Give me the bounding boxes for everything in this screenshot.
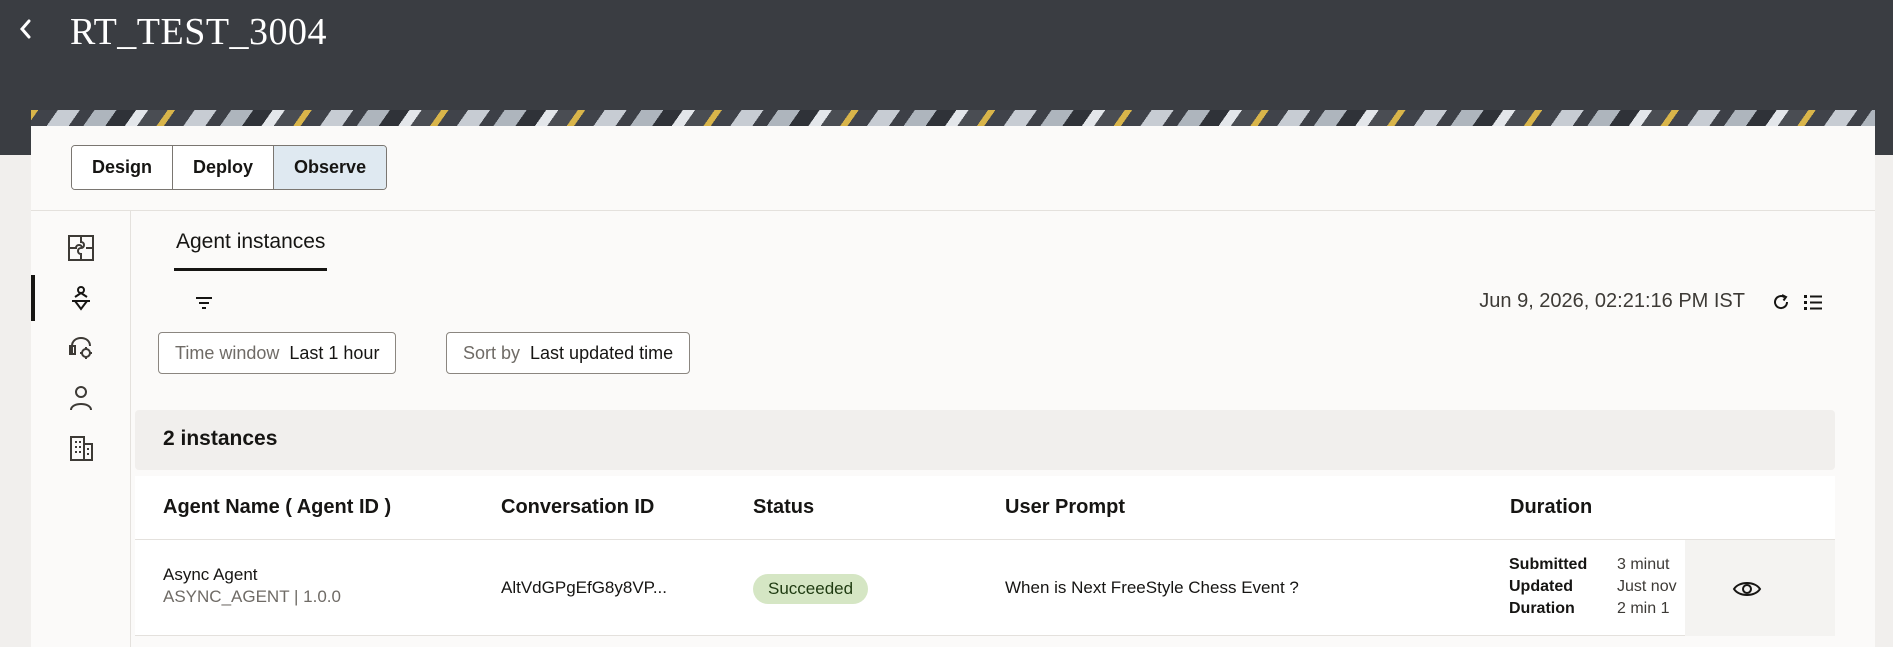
column-header-user-prompt[interactable]: User Prompt: [1005, 496, 1125, 519]
nav-item-flows[interactable]: [31, 223, 131, 273]
back-button[interactable]: [12, 14, 40, 44]
eye-icon: [1732, 582, 1762, 596]
refresh-button[interactable]: [1767, 288, 1795, 316]
sort-by-filter[interactable]: Sort by Last updated time: [446, 332, 691, 374]
agent-tools-icon: [69, 336, 92, 359]
time-window-label: Time window: [175, 342, 280, 363]
filter-icon: [196, 297, 212, 309]
submitted-label: Submitted: [1509, 556, 1588, 573]
table-header: Agent Name ( Agent ID ) Conversation ID …: [135, 476, 1835, 540]
list-settings-icon: [1804, 295, 1822, 310]
row-actions: [1685, 540, 1835, 636]
person-icon: [70, 386, 92, 411]
refresh-icon: [1774, 294, 1789, 310]
nav-item-organization[interactable]: [31, 423, 131, 473]
table-row[interactable]: Async Agent ASYNC_AGENT | 1.0.0 AltVdGPg…: [135, 540, 1835, 636]
mode-deploy-button[interactable]: Deploy: [173, 146, 275, 189]
column-settings-button[interactable]: [1799, 288, 1827, 316]
puzzle-flow-icon: [68, 235, 94, 261]
user-prompt: When is Next FreeStyle Chess Event ?: [1005, 578, 1299, 597]
chevron-left-icon: [20, 19, 31, 39]
agent-id: ASYNC_AGENT | 1.0.0: [163, 587, 341, 606]
instances-count: 2 instances: [163, 427, 278, 450]
main-card: Design Deploy Observe Agent instances Ju…: [31, 126, 1875, 647]
column-header-status[interactable]: Status: [753, 496, 814, 519]
time-window-value: Last 1 hour: [289, 342, 380, 363]
tab-agent-instances[interactable]: Agent instances: [174, 226, 328, 271]
nav-item-users[interactable]: [31, 373, 131, 423]
filter-button[interactable]: [189, 288, 219, 318]
side-nav: [31, 211, 131, 647]
nav-item-observe[interactable]: [31, 273, 131, 323]
tab-bar: Agent instances: [174, 226, 328, 271]
column-header-agent-name[interactable]: Agent Name ( Agent ID ): [163, 496, 391, 519]
sort-by-value: Last updated time: [530, 342, 674, 363]
status-badge: Succeeded: [753, 574, 869, 604]
page-title: RT_TEST_3004: [70, 11, 328, 53]
last-refresh-timestamp: Jun 9, 2026, 02:21:16 PM IST: [1479, 290, 1745, 312]
mode-design-button[interactable]: Design: [72, 146, 174, 189]
divider: [31, 210, 1875, 211]
duration-value: 2 min 1: [1617, 600, 1670, 617]
nav-item-tools[interactable]: [31, 323, 131, 373]
time-window-filter[interactable]: Time window Last 1 hour: [158, 332, 397, 374]
duration-label: Duration: [1509, 600, 1575, 617]
sort-by-label: Sort by: [463, 342, 521, 363]
updated-value: Just nov: [1617, 578, 1677, 595]
decorative-banner: [31, 110, 1875, 126]
conversation-id[interactable]: AltVdGPgEfG8y8VP...: [501, 578, 667, 598]
agent-observe-icon: [72, 286, 90, 311]
agent-name: Async Agent: [163, 565, 258, 584]
submitted-value: 3 minut: [1617, 556, 1670, 573]
instances-table: Agent Name ( Agent ID ) Conversation ID …: [135, 476, 1835, 636]
column-header-duration[interactable]: Duration: [1510, 496, 1592, 519]
column-header-conversation-id[interactable]: Conversation ID: [501, 496, 654, 519]
instances-count-band: 2 instances: [135, 410, 1835, 470]
updated-label: Updated: [1509, 578, 1573, 595]
building-icon: [70, 436, 93, 461]
view-instance-button[interactable]: [1730, 574, 1764, 608]
mode-observe-button[interactable]: Observe: [274, 146, 387, 189]
mode-switch: Design Deploy Observe: [71, 145, 388, 190]
